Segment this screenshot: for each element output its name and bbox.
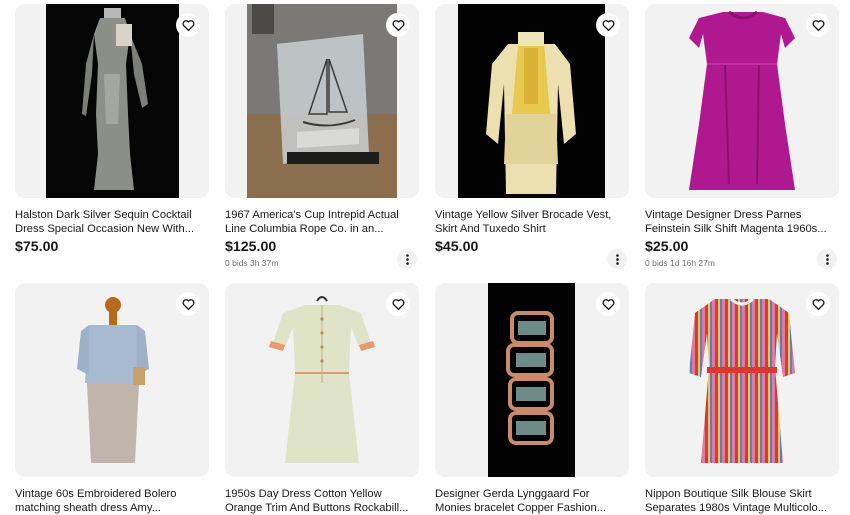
listing-title[interactable]: Nippon Boutique Silk Blouse Skirt Separa…	[645, 487, 839, 515]
more-vertical-icon	[405, 253, 409, 265]
listing-card[interactable]: 1967 America's Cup Intrepid Actual Line …	[225, 4, 419, 274]
heart-icon	[392, 19, 404, 31]
listing-title[interactable]: 1967 America's Cup Intrepid Actual Line …	[225, 208, 419, 237]
heart-icon	[812, 19, 824, 31]
more-vertical-icon	[615, 253, 619, 265]
listing-title[interactable]: 1950s Day Dress Cotton Yellow Orange Tri…	[225, 487, 419, 515]
watch-button[interactable]	[386, 13, 410, 37]
lucite-sailboat-trophy-photo	[247, 4, 397, 198]
heart-icon	[392, 298, 404, 310]
listing-title[interactable]: Vintage Yellow Silver Brocade Vest, Skir…	[435, 208, 629, 237]
yellow-brocade-vest-photo	[458, 4, 605, 198]
listing-title[interactable]: Vintage Designer Dress Parnes Feinstein …	[645, 208, 839, 237]
listing-image[interactable]	[15, 283, 209, 477]
more-options-button[interactable]	[817, 249, 837, 269]
listing-price: $25.00	[645, 239, 689, 255]
listing-price: $125.00	[225, 239, 277, 255]
bid-time-info: 0 bids 1d 16h 27m	[645, 258, 715, 268]
watch-button[interactable]	[596, 13, 620, 37]
silver-sequin-dress-photo	[46, 4, 179, 198]
copper-bracelet-photo	[488, 283, 575, 477]
watch-button[interactable]	[176, 13, 200, 37]
heart-icon	[602, 298, 614, 310]
heart-icon	[812, 298, 824, 310]
listing-price: $75.00	[15, 239, 59, 255]
watch-button[interactable]	[806, 292, 830, 316]
heart-icon	[182, 298, 194, 310]
listing-image[interactable]	[225, 283, 419, 477]
listing-image[interactable]	[225, 4, 419, 198]
listing-title[interactable]: Halston Dark Silver Sequin Cocktail Dres…	[15, 208, 209, 237]
listing-title[interactable]: Vintage 60s Embroidered Bolero matching …	[15, 487, 209, 515]
watch-button[interactable]	[806, 13, 830, 37]
listing-card[interactable]: Nippon Boutique Silk Blouse Skirt Separa…	[645, 283, 839, 515]
heart-icon	[182, 19, 194, 31]
listing-card[interactable]: Vintage Yellow Silver Brocade Vest, Skir…	[435, 4, 629, 274]
watch-button[interactable]	[596, 292, 620, 316]
bid-time-info: 0 bids 3h 37m	[225, 258, 279, 268]
listing-card[interactable]: Vintage Designer Dress Parnes Feinstein …	[645, 4, 839, 274]
listing-card[interactable]: Halston Dark Silver Sequin Cocktail Dres…	[15, 4, 209, 274]
more-options-button[interactable]	[397, 249, 417, 269]
listing-image[interactable]	[435, 283, 629, 477]
listing-title[interactable]: Designer Gerda Lynggaard For Monies brac…	[435, 487, 629, 515]
listing-image[interactable]	[435, 4, 629, 198]
listing-image[interactable]	[645, 4, 839, 198]
listing-card[interactable]: Designer Gerda Lynggaard For Monies brac…	[435, 283, 629, 515]
listing-card[interactable]: Vintage 60s Embroidered Bolero matching …	[15, 283, 209, 515]
more-options-button[interactable]	[607, 249, 627, 269]
watch-button[interactable]	[386, 292, 410, 316]
heart-icon	[602, 19, 614, 31]
watch-button[interactable]	[176, 292, 200, 316]
listing-price: $45.00	[435, 239, 479, 255]
listing-card[interactable]: 1950s Day Dress Cotton Yellow Orange Tri…	[225, 283, 419, 515]
listing-image[interactable]	[645, 283, 839, 477]
more-vertical-icon	[825, 253, 829, 265]
listing-image[interactable]	[15, 4, 209, 198]
